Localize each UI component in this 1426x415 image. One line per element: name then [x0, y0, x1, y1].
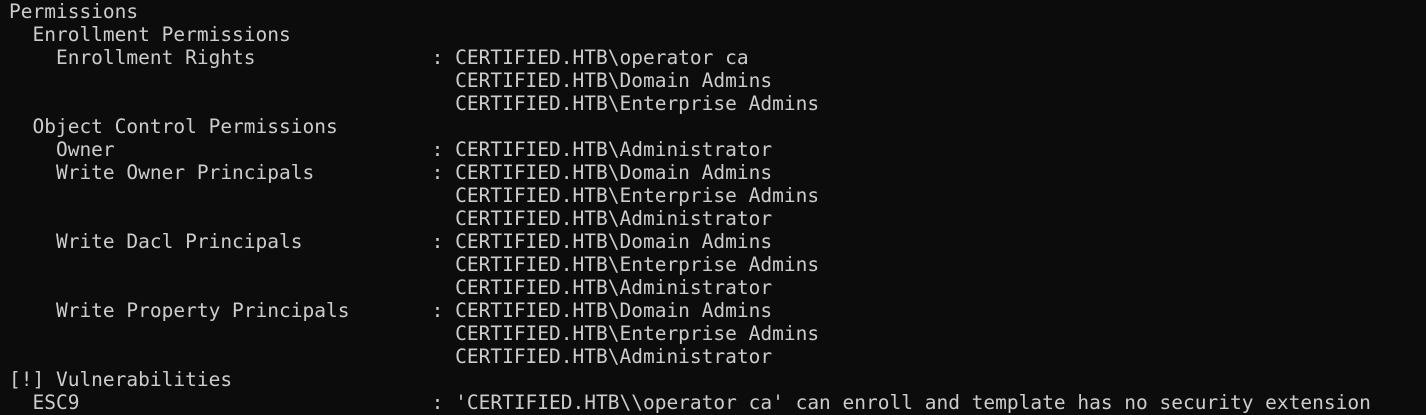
enrollment-rights-line: Enrollment Rights : CERTIFIED.HTB\operat… — [9, 46, 749, 69]
write-property-principals-line: Write Property Principals : CERTIFIED.HT… — [9, 299, 773, 322]
enrollment-permissions-heading: Enrollment Permissions — [9, 23, 291, 46]
write-dacl-principals-line: CERTIFIED.HTB\Administrator — [9, 276, 773, 299]
enrollment-rights-line: CERTIFIED.HTB\Domain Admins — [9, 69, 773, 92]
write-dacl-principals-line: Write Dacl Principals : CERTIFIED.HTB\Do… — [9, 230, 773, 253]
enrollment-rights-line: CERTIFIED.HTB\Enterprise Admins — [9, 92, 820, 115]
terminal-output: Permissions Enrollment Permissions Enrol… — [0, 0, 1426, 415]
write-dacl-principals-line: CERTIFIED.HTB\Enterprise Admins — [9, 253, 820, 276]
write-owner-principals-line: Write Owner Principals : CERTIFIED.HTB\D… — [9, 161, 773, 184]
vulnerabilities-heading: [!] Vulnerabilities — [9, 368, 233, 391]
object-control-permissions-heading: Object Control Permissions — [9, 115, 338, 138]
write-owner-principals-line: CERTIFIED.HTB\Administrator — [9, 207, 773, 230]
permissions-heading: Permissions — [9, 0, 139, 23]
esc9-vulnerability-line: ESC9 : 'CERTIFIED.HTB\\operator ca' can … — [9, 391, 1371, 414]
write-owner-principals-line: CERTIFIED.HTB\Enterprise Admins — [9, 184, 820, 207]
write-property-principals-line: CERTIFIED.HTB\Administrator — [9, 345, 773, 368]
owner-line: Owner : CERTIFIED.HTB\Administrator — [9, 138, 773, 161]
write-property-principals-line: CERTIFIED.HTB\Enterprise Admins — [9, 322, 820, 345]
